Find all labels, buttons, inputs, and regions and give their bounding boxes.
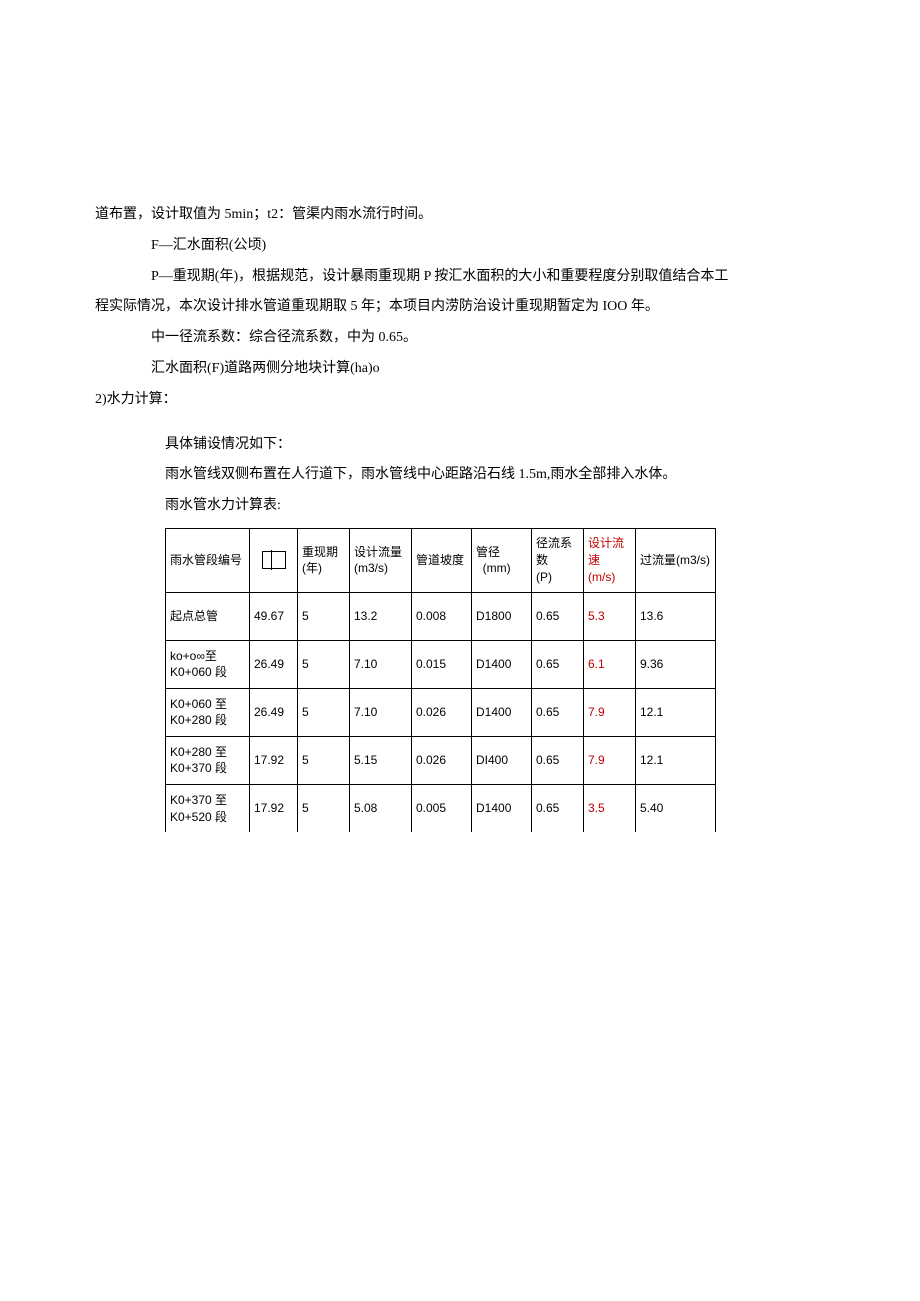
table-cell: 5.15 — [350, 736, 412, 784]
paragraph-line: P—重现期(年)，根据规范，设计暴雨重现期 P 按汇水面积的大小和重要程度分别取… — [95, 262, 825, 293]
table-cell: K0+280 至K0+370 段 — [166, 736, 250, 784]
paragraph-line: 道布置，设计取值为 5min；t2：管渠内雨水流行时间。 — [95, 200, 825, 231]
table-body: 起点总管49.67513.20.008D18000.655.313.6ko+o∞… — [166, 592, 716, 832]
header-text: (m3/s) — [354, 561, 388, 575]
unknown-glyph-icon — [262, 551, 286, 569]
paragraph-line: 汇水面积(F)道路两侧分地块计算(ha)o — [95, 354, 825, 385]
table-cell: 7.9 — [584, 688, 636, 736]
table-cell: DI400 — [472, 736, 532, 784]
table-cell: 13.2 — [350, 592, 412, 640]
col-header-design-velocity: 设计流速 (m/s) — [584, 528, 636, 592]
table-cell: 17.92 — [250, 736, 298, 784]
table-cell: K0+060 至K0+280 段 — [166, 688, 250, 736]
table-cell: 7.10 — [350, 688, 412, 736]
table-row: K0+370 至K0+520 段17.9255.080.005D14000.65… — [166, 784, 716, 832]
header-text: 重现期 — [302, 545, 338, 559]
header-text: 设计流速 — [588, 536, 624, 567]
table-caption: 雨水管水力计算表: — [95, 491, 825, 522]
table-cell: D1400 — [472, 688, 532, 736]
table-cell: ko+o∞至K0+060 段 — [166, 640, 250, 688]
col-header-glyph — [250, 528, 298, 592]
table-header-row: 雨水管段编号 重现期 (年) 设计流量 (m3/s) 管道坡度 管径 (mm) — [166, 528, 716, 592]
header-text: 设计流量 — [354, 545, 402, 559]
spacer — [95, 416, 825, 430]
table-cell: 起点总管 — [166, 592, 250, 640]
table-cell: 13.6 — [636, 592, 716, 640]
paragraph-line: 程实际情况，本次设计排水管道重现期取 5 年；本项目内涝防治设计重现期暂定为 I… — [95, 292, 825, 323]
header-text: 径流系数 — [536, 536, 572, 567]
table-cell: D1800 — [472, 592, 532, 640]
table-cell: 9.36 — [636, 640, 716, 688]
table-cell: 0.65 — [532, 688, 584, 736]
table-cell: 5 — [298, 640, 350, 688]
table-cell: 3.5 — [584, 784, 636, 832]
table-cell: K0+370 至K0+520 段 — [166, 784, 250, 832]
table-cell: 49.67 — [250, 592, 298, 640]
table-cell: 0.65 — [532, 640, 584, 688]
paragraph-line: 中一径流系数：综合径流系数，中为 0.65。 — [95, 323, 825, 354]
table-cell: D1400 — [472, 640, 532, 688]
table-cell: 7.10 — [350, 640, 412, 688]
section-heading: 2)水力计算： — [95, 385, 825, 416]
header-text: 管径 — [476, 545, 500, 559]
table-cell: 0.026 — [412, 688, 472, 736]
hydraulic-calc-table: 雨水管段编号 重现期 (年) 设计流量 (m3/s) 管道坡度 管径 (mm) — [165, 528, 716, 833]
table-cell: 0.65 — [532, 736, 584, 784]
table-cell: 5 — [298, 688, 350, 736]
paragraph-line: 具体铺设情况如下： — [95, 430, 825, 461]
table-cell: 0.65 — [532, 784, 584, 832]
table-cell: 0.005 — [412, 784, 472, 832]
paragraph-line: 雨水管线双侧布置在人行道下，雨水管线中心距路沿石线 1.5m,雨水全部排入水体。 — [95, 460, 825, 491]
table-row: K0+280 至K0+370 段17.9255.150.026DI4000.65… — [166, 736, 716, 784]
table-cell: 5 — [298, 592, 350, 640]
table-cell: 6.1 — [584, 640, 636, 688]
col-header-return-period: 重现期 (年) — [298, 528, 350, 592]
table-cell: 17.92 — [250, 784, 298, 832]
header-text: (年) — [302, 561, 322, 575]
table-cell: 12.1 — [636, 688, 716, 736]
table-cell: 0.008 — [412, 592, 472, 640]
table-cell: D1400 — [472, 784, 532, 832]
table-cell: 0.026 — [412, 736, 472, 784]
table-cell: 5 — [298, 784, 350, 832]
col-header-capacity: 过流量(m3/s) — [636, 528, 716, 592]
col-header-runoff-coef: 径流系数 (P) — [532, 528, 584, 592]
col-header-pipe-id: 雨水管段编号 — [166, 528, 250, 592]
table-row: 起点总管49.67513.20.008D18000.655.313.6 — [166, 592, 716, 640]
table-cell: 5 — [298, 736, 350, 784]
table-cell: 12.1 — [636, 736, 716, 784]
col-header-diameter: 管径 (mm) — [472, 528, 532, 592]
paragraph-line: F—汇水面积(公顷) — [95, 231, 825, 262]
table-cell: 5.40 — [636, 784, 716, 832]
table-cell: 7.9 — [584, 736, 636, 784]
table-cell: 0.015 — [412, 640, 472, 688]
table-cell: 26.49 — [250, 640, 298, 688]
header-text: (m/s) — [588, 570, 615, 584]
table-cell: 5.3 — [584, 592, 636, 640]
table-cell: 0.65 — [532, 592, 584, 640]
header-text: (mm) — [483, 561, 511, 575]
col-header-slope: 管道坡度 — [412, 528, 472, 592]
document-page: 道布置，设计取值为 5min；t2：管渠内雨水流行时间。 F—汇水面积(公顷) … — [0, 0, 920, 1301]
table-row: K0+060 至K0+280 段26.4957.100.026D14000.65… — [166, 688, 716, 736]
table-row: ko+o∞至K0+060 段26.4957.100.015D14000.656.… — [166, 640, 716, 688]
table-cell: 5.08 — [350, 784, 412, 832]
header-text: (P) — [536, 570, 552, 584]
table-cell: 26.49 — [250, 688, 298, 736]
col-header-design-flow: 设计流量 (m3/s) — [350, 528, 412, 592]
